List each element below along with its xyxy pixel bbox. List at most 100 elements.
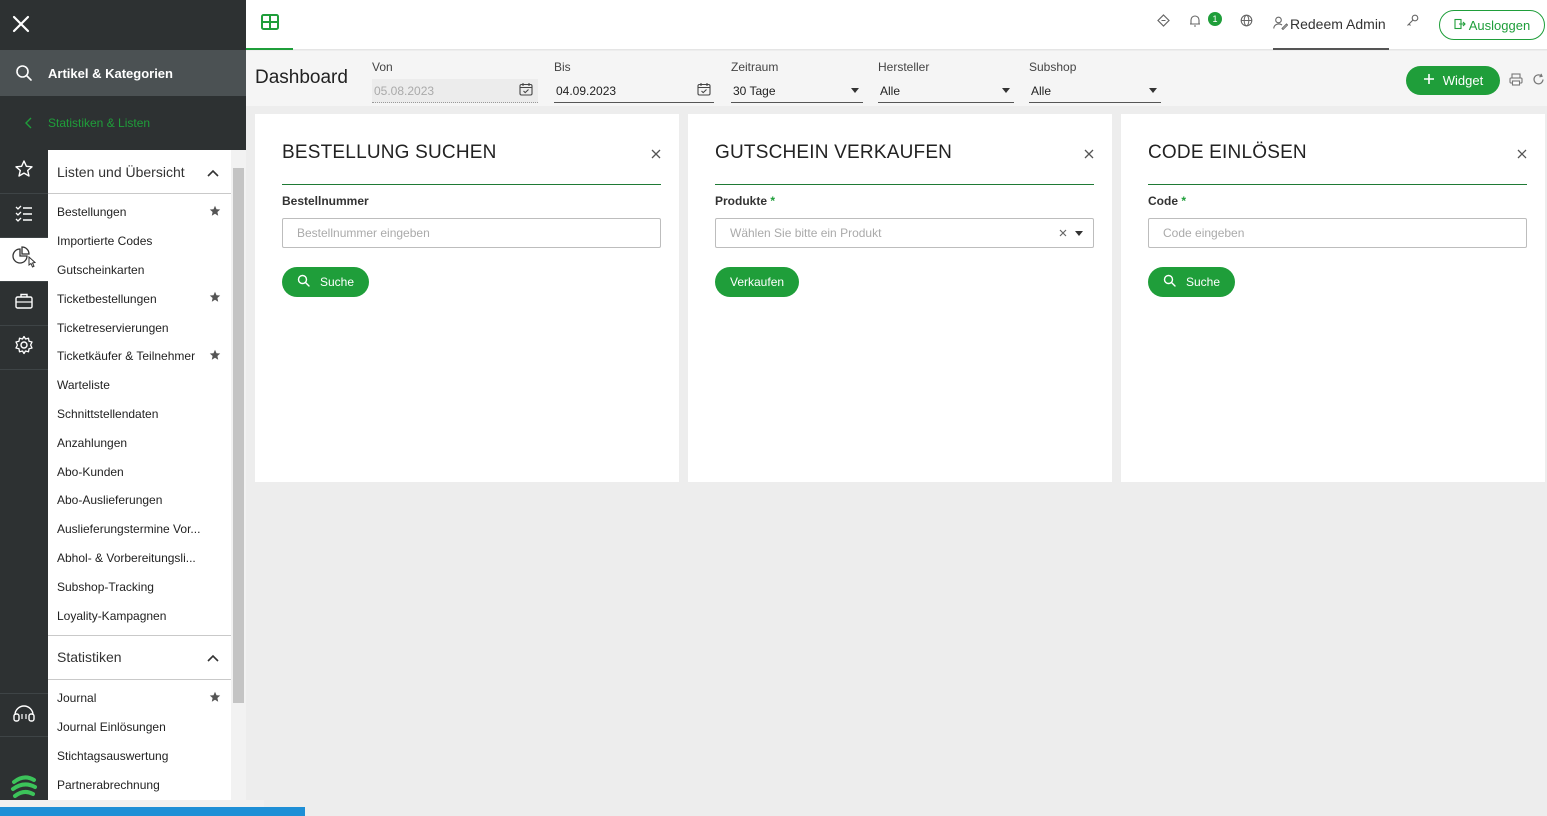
favorite-star-icon[interactable] [209, 691, 221, 706]
back-link-label: Statistiken & Listen [48, 116, 151, 130]
statistics-nav[interactable] [0, 238, 48, 282]
bis-filter: Bis 04.09.2023 [554, 51, 714, 103]
page-title: Dashboard [255, 67, 348, 88]
menu-item[interactable]: Importierte Codes [48, 227, 231, 256]
scrollbar-thumb[interactable] [233, 168, 244, 703]
print-icon[interactable] [1509, 73, 1523, 91]
menu-item[interactable]: Partnerabrechnung [48, 770, 231, 799]
menu-item[interactable]: Subshop-Tracking [48, 572, 231, 601]
shop-nav[interactable] [0, 282, 48, 326]
menu-item-label: Abo-Kunden [57, 464, 124, 479]
field-label-text: Code [1148, 194, 1178, 208]
subshop-label: Subshop [1029, 60, 1077, 74]
menu-search-label: Artikel & Kategorien [48, 65, 173, 81]
menu-item[interactable]: Abo-Auslieferungen [48, 486, 231, 515]
menu-item[interactable]: Ticketreservierungen [48, 313, 231, 342]
logout-button[interactable]: Ausloggen [1439, 10, 1545, 40]
menu-item[interactable]: Journal [48, 684, 231, 713]
menu-item[interactable]: Gutscheinkarten [48, 256, 231, 285]
tab-dashboard[interactable] [246, 0, 293, 50]
von-value: 05.08.2023 [374, 83, 435, 98]
order-number-input[interactable]: Bestellnummer eingeben [282, 218, 661, 248]
search-icon [297, 274, 310, 290]
settings-nav[interactable] [0, 326, 48, 370]
hersteller-select[interactable]: Alle [878, 79, 1014, 103]
menu-item-label: Loyality-Kampagnen [57, 608, 167, 623]
back-link[interactable]: Statistiken & Listen [0, 96, 246, 150]
diamond-icon[interactable] [1157, 14, 1170, 32]
order-search-card: BESTELLUNG SUCHEN Bestellnummer Bestelln… [255, 114, 679, 482]
favorite-star-icon[interactable] [209, 349, 221, 364]
menu-item[interactable]: Stichtagsauswertung [48, 742, 231, 771]
caret-down-icon [1002, 88, 1010, 93]
favorite-star-icon[interactable] [209, 205, 221, 220]
menu-item[interactable]: Loyality-Kampagnen [48, 601, 231, 630]
button-label: Suche [320, 275, 355, 289]
favorites-nav[interactable] [0, 150, 48, 194]
menu-scrollbar[interactable] [231, 150, 246, 800]
menu-item-label: Schnittstellendaten [57, 406, 159, 421]
close-icon[interactable] [1084, 146, 1094, 164]
menu-item[interactable]: Journal Einlösungen [48, 713, 231, 742]
section-statistics-header[interactable]: Statistiken [48, 636, 231, 680]
calendar-icon[interactable] [697, 82, 711, 99]
star-icon [14, 159, 34, 184]
clear-icon[interactable] [1059, 226, 1067, 240]
section-statistics-label: Statistiken [57, 649, 122, 666]
bell-icon[interactable] [1189, 14, 1201, 32]
required-marker: * [1181, 194, 1187, 208]
code-input[interactable]: Code eingeben [1148, 218, 1527, 248]
subshop-value: Alle [1031, 83, 1052, 98]
button-label: Suche [1186, 275, 1221, 289]
subshop-select[interactable]: Alle [1029, 79, 1161, 103]
subshop-filter: Subshop Alle [1029, 51, 1161, 103]
order-search-button[interactable]: Suche [282, 267, 370, 297]
bis-date-input[interactable]: 04.09.2023 [554, 79, 714, 103]
code-redeem-card: CODE EINLÖSEN Code * Code eingeben Suche [1121, 114, 1545, 482]
support-nav[interactable] [0, 693, 48, 737]
sell-button[interactable]: Verkaufen [715, 267, 800, 297]
gear-icon [14, 335, 34, 360]
menu-item[interactable]: Schnittstellendaten [48, 400, 231, 429]
menu-item[interactable]: Ticketbestellungen [48, 284, 231, 313]
menu-item-label: Journal [57, 691, 97, 706]
menu-item[interactable]: Anzahlungen [48, 428, 231, 457]
button-label: Verkaufen [730, 275, 785, 289]
close-icon[interactable] [1517, 146, 1527, 164]
menu-item[interactable]: Abhol- & Vorbereitungsli... [48, 544, 231, 573]
zeitraum-filter: Zeitraum 30 Tage [731, 51, 863, 103]
von-filter: Von 05.08.2023 [372, 51, 538, 103]
card-title: BESTELLUNG SUCHEN [282, 142, 497, 163]
field-label: Produkte * [715, 194, 775, 208]
menu-item[interactable]: Abo-Kunden [48, 457, 231, 486]
menu-item[interactable]: Ticketkäufer & Teilnehmer [48, 342, 231, 371]
horizontal-scrollbar[interactable] [0, 800, 264, 807]
grid-icon [260, 13, 279, 35]
add-widget-button[interactable]: Widget [1406, 66, 1500, 95]
lists-nav[interactable] [0, 194, 48, 238]
section-lists-header[interactable]: Listen und Übersicht [48, 150, 231, 194]
menu-item[interactable]: Warteliste [48, 371, 231, 400]
refresh-icon[interactable] [1532, 73, 1545, 91]
menu-item[interactable]: Auslieferungstermine Vor... [48, 515, 231, 544]
close-icon[interactable] [10, 13, 32, 35]
menu-item-label: Abo-Auslieferungen [57, 493, 163, 508]
globe-icon[interactable] [1240, 14, 1253, 32]
product-select[interactable]: Wählen Sie bitte ein Produkt [715, 218, 1094, 248]
favorite-star-icon[interactable] [209, 291, 221, 306]
zeitraum-select[interactable]: 30 Tage [731, 79, 863, 103]
von-label: Von [372, 60, 393, 74]
menu-item-label: Abhol- & Vorbereitungsli... [57, 550, 196, 565]
menu-item-label: Partnerabrechnung [57, 777, 160, 792]
menu-item-label: Stichtagsauswertung [57, 748, 169, 763]
close-icon[interactable] [651, 146, 661, 164]
hersteller-filter: Hersteller Alle [878, 51, 1014, 103]
menu-item-label: Subshop-Tracking [57, 579, 154, 594]
key-icon[interactable] [1406, 14, 1419, 32]
notification-badge: 1 [1208, 12, 1222, 26]
field-label-text: Bestellnummer [282, 194, 369, 208]
code-search-button[interactable]: Suche [1148, 267, 1236, 297]
menu-item[interactable]: Bestellungen [48, 198, 231, 227]
user-menu[interactable]: Redeem Admin [1273, 0, 1389, 50]
menu-search[interactable]: Artikel & Kategorien [0, 50, 246, 96]
